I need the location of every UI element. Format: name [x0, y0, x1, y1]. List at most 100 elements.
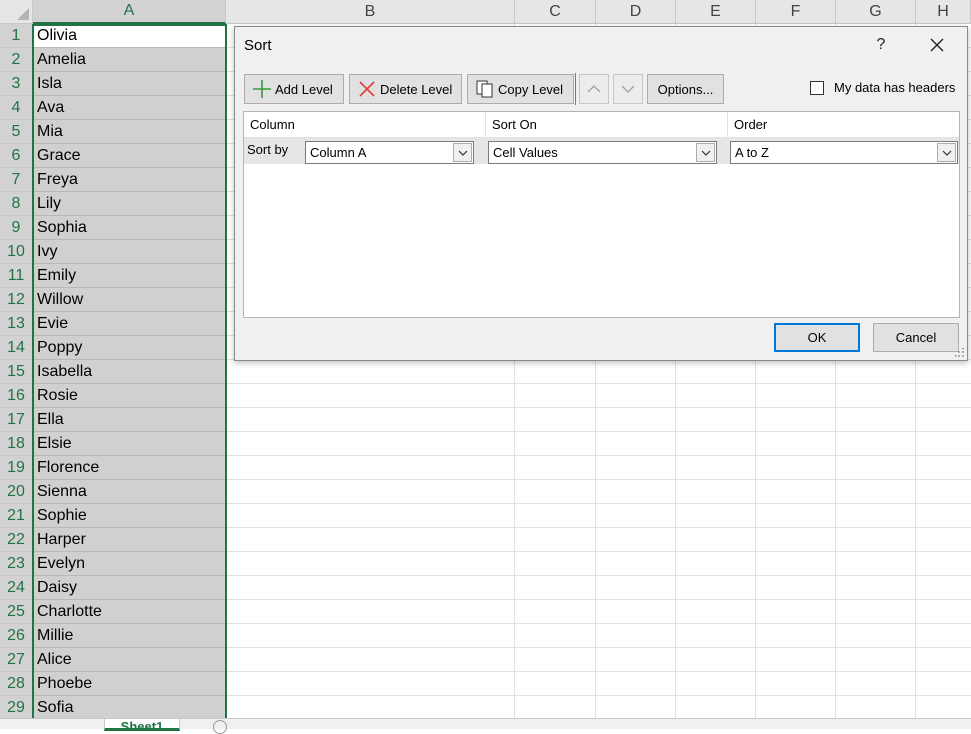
sort-on-select[interactable]: Cell Values [488, 141, 717, 164]
row-header[interactable]: 15 [0, 360, 33, 384]
add-level-button[interactable]: Add Level [244, 74, 344, 104]
cell-a[interactable]: Olivia [33, 24, 226, 48]
row-header[interactable]: 14 [0, 336, 33, 360]
row-header[interactable]: 17 [0, 408, 33, 432]
chevron-down-icon[interactable] [453, 143, 472, 162]
sort-level-row[interactable]: Sort by Column A Cell Values A to Z [244, 138, 959, 164]
chevron-down-icon[interactable] [696, 143, 715, 162]
row-header[interactable]: 19 [0, 456, 33, 480]
cancel-button[interactable]: Cancel [873, 323, 959, 352]
row-header[interactable]: 24 [0, 576, 33, 600]
row-header[interactable]: 29 [0, 696, 33, 720]
row-header[interactable]: 4 [0, 96, 33, 120]
cell-a[interactable]: Ava [33, 96, 226, 120]
select-all-corner[interactable] [0, 0, 33, 24]
cell-a[interactable]: Amelia [33, 48, 226, 72]
cell-a[interactable]: Florence [33, 456, 226, 480]
move-up-button[interactable] [579, 74, 609, 104]
add-sheet-icon[interactable] [213, 720, 227, 734]
cell-a[interactable]: Evie [33, 312, 226, 336]
column-header-c[interactable]: C [515, 0, 596, 24]
cell-a[interactable]: Phoebe [33, 672, 226, 696]
sheet-tab[interactable]: Sheet1 [104, 719, 180, 731]
copy-level-button[interactable]: Copy Level [467, 74, 574, 104]
row-header[interactable]: 1 [0, 24, 33, 48]
cell-a[interactable]: Emily [33, 264, 226, 288]
row-gridline [226, 623, 971, 624]
row-header[interactable]: 9 [0, 216, 33, 240]
sort-on-col-header: Sort On [486, 112, 728, 138]
column-select[interactable]: Column A [305, 141, 474, 164]
cell-a[interactable]: Rosie [33, 384, 226, 408]
cell-a[interactable]: Alice [33, 648, 226, 672]
column-col-header: Column [244, 112, 486, 138]
row-header[interactable]: 16 [0, 384, 33, 408]
checkbox-box[interactable] [810, 80, 824, 95]
cell-a[interactable]: Harper [33, 528, 226, 552]
cell-a[interactable]: Sophia [33, 216, 226, 240]
cell-a[interactable]: Isabella [33, 360, 226, 384]
options-button[interactable]: Options... [647, 74, 724, 104]
cell-a[interactable]: Daisy [33, 576, 226, 600]
my-data-has-headers-checkbox[interactable]: My data has headers [810, 80, 955, 95]
cell-a[interactable]: Grace [33, 144, 226, 168]
cell-a[interactable]: Evelyn [33, 552, 226, 576]
delete-level-button[interactable]: Delete Level [349, 74, 462, 104]
row-header[interactable]: 28 [0, 672, 33, 696]
row-gridline [226, 527, 971, 528]
delete-x-icon [356, 78, 378, 100]
order-col-header: Order [728, 112, 959, 138]
row-header[interactable]: 18 [0, 432, 33, 456]
cell-a[interactable]: Poppy [33, 336, 226, 360]
plus-icon [251, 78, 273, 100]
ok-button[interactable]: OK [774, 323, 860, 352]
cell-a[interactable]: Freya [33, 168, 226, 192]
chevron-down-icon[interactable] [937, 143, 956, 162]
row-header[interactable]: 23 [0, 552, 33, 576]
cell-a[interactable]: Ella [33, 408, 226, 432]
cell-a[interactable]: Sofia [33, 696, 226, 720]
toolbar-separator [575, 73, 576, 105]
row-header[interactable]: 26 [0, 624, 33, 648]
cell-a[interactable]: Mia [33, 120, 226, 144]
column-header-f[interactable]: F [756, 0, 836, 24]
row-header[interactable]: 6 [0, 144, 33, 168]
cell-a[interactable]: Charlotte [33, 600, 226, 624]
cell-a[interactable]: Isla [33, 72, 226, 96]
row-header[interactable]: 8 [0, 192, 33, 216]
cell-a[interactable]: Willow [33, 288, 226, 312]
row-header[interactable]: 11 [0, 264, 33, 288]
row-header[interactable]: 3 [0, 72, 33, 96]
sort-by-label: Sort by [247, 142, 289, 157]
cell-a[interactable]: Sophie [33, 504, 226, 528]
row-header[interactable]: 10 [0, 240, 33, 264]
cell-a[interactable]: Lily [33, 192, 226, 216]
move-down-button[interactable] [613, 74, 643, 104]
row-header[interactable]: 25 [0, 600, 33, 624]
row-header[interactable]: 27 [0, 648, 33, 672]
column-header-h[interactable]: H [916, 0, 971, 24]
column-header-e[interactable]: E [676, 0, 756, 24]
row-header[interactable]: 20 [0, 480, 33, 504]
row-header[interactable]: 12 [0, 288, 33, 312]
headers-checkbox-label: My data has headers [834, 80, 956, 95]
close-button[interactable] [927, 35, 947, 55]
resize-grip-icon[interactable] [955, 348, 965, 358]
row-header[interactable]: 5 [0, 120, 33, 144]
column-header-b[interactable]: B [226, 0, 515, 24]
column-header-a[interactable]: A [33, 0, 226, 24]
cell-a[interactable]: Elsie [33, 432, 226, 456]
column-header-g[interactable]: G [836, 0, 916, 24]
order-select[interactable]: A to Z [730, 141, 958, 164]
cell-a[interactable]: Sienna [33, 480, 226, 504]
row-header[interactable]: 13 [0, 312, 33, 336]
cell-a[interactable]: Millie [33, 624, 226, 648]
copy-icon [474, 78, 496, 100]
row-header[interactable]: 21 [0, 504, 33, 528]
row-header[interactable]: 2 [0, 48, 33, 72]
cell-a[interactable]: Ivy [33, 240, 226, 264]
row-header[interactable]: 7 [0, 168, 33, 192]
column-header-d[interactable]: D [596, 0, 676, 24]
help-button[interactable]: ? [871, 35, 891, 55]
row-header[interactable]: 22 [0, 528, 33, 552]
